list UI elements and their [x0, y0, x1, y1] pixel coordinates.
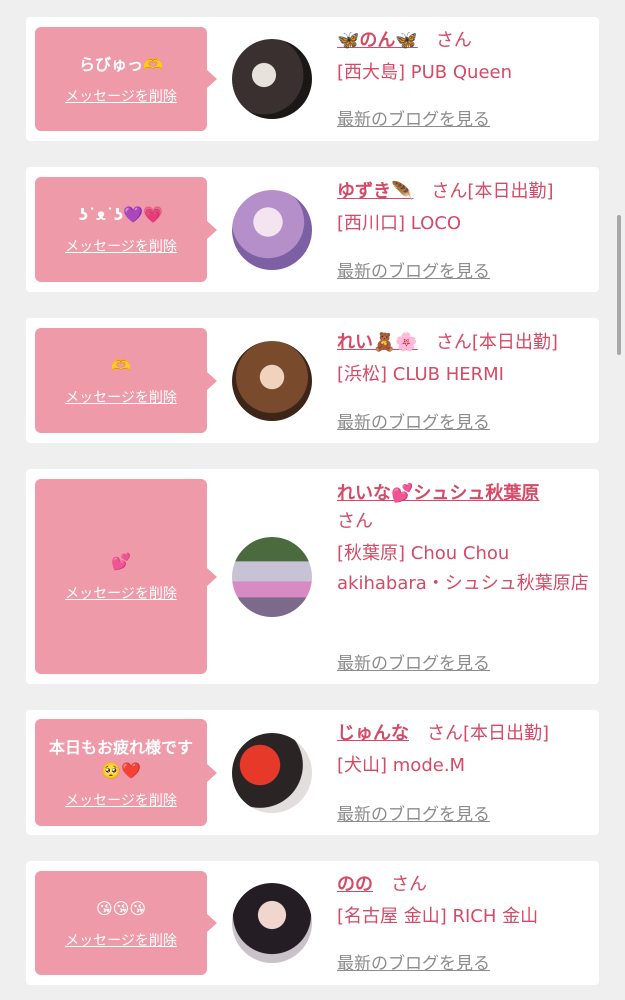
avatar[interactable] — [232, 341, 312, 421]
cast-name-link[interactable]: のの — [337, 874, 373, 895]
latest-blog-link[interactable]: 最新のブログを見る — [337, 105, 490, 130]
latest-blog-link[interactable]: 最新のブログを見る — [337, 408, 490, 433]
message-bubble: 😘😘😘 メッセージを削除 — [35, 871, 217, 975]
shop-name: [犬山] mode.M — [337, 755, 466, 776]
attendance-status: [本日出勤] — [471, 332, 558, 353]
delete-message-link[interactable]: メッセージを削除 — [65, 790, 177, 810]
shop-name: [名古屋 金山] RICH 金山 — [337, 906, 539, 927]
latest-blog-link[interactable]: 最新のブログを見る — [337, 949, 490, 974]
message-card: 😘😘😘 メッセージを削除 のの さん [名古屋 金山] RICH 金山 最新のブロ… — [26, 861, 599, 985]
message-text: ʖ˙ᴥ˙ʖ💜💗 — [78, 205, 163, 224]
shop-name: [秋葉原] Chou Chou akihabara・シュシュ秋葉原店 — [337, 543, 589, 594]
message-text: 🫶 — [111, 356, 131, 375]
cast-name-link[interactable]: じゅんな — [337, 723, 409, 744]
cast-name-link[interactable]: 🦋のん🦋 — [337, 30, 418, 51]
scrollbar[interactable] — [617, 215, 621, 355]
message-text: らびゅっ🫶 — [79, 54, 163, 74]
message-card: ʖ˙ᴥ˙ʖ💜💗 メッセージを削除 ゆずき🪶 さん[本日出勤] [西川口] LOCO… — [26, 167, 599, 292]
avatar[interactable] — [232, 883, 312, 963]
message-bubble: 🫶 メッセージを削除 — [35, 328, 217, 433]
avatar[interactable] — [232, 39, 312, 119]
shop-name: [浜松] CLUB HERMI — [337, 364, 504, 385]
latest-blog-link[interactable]: 最新のブログを見る — [337, 800, 490, 825]
cast-info: 🦋のん🦋 さん [西大島] PUB Queen — [337, 26, 589, 88]
delete-message-link[interactable]: メッセージを削除 — [65, 86, 177, 106]
attendance-status: [本日出勤] — [467, 181, 554, 202]
message-card: らびゅっ🫶 メッセージを削除 🦋のん🦋 さん [西大島] PUB Queen 最新… — [26, 17, 599, 141]
san-label: さん — [337, 511, 373, 532]
avatar[interactable] — [232, 190, 312, 270]
delete-message-link[interactable]: メッセージを削除 — [65, 236, 177, 256]
san-label: さん — [435, 332, 472, 353]
san-label: さん — [435, 30, 472, 51]
message-bubble: らびゅっ🫶 メッセージを削除 — [35, 27, 217, 131]
message-text: 😘😘😘 — [95, 898, 147, 918]
avatar[interactable] — [232, 537, 312, 617]
cast-info: のの さん [名古屋 金山] RICH 金山 — [337, 870, 589, 932]
message-text: 💕 — [111, 552, 131, 571]
message-bubble: 本日もお疲れ様です🥺❤️ メッセージを削除 — [35, 719, 217, 826]
message-bubble: 💕 メッセージを削除 — [35, 479, 217, 674]
message-card: 🫶 メッセージを削除 れい🧸🌸 さん[本日出勤] [浜松] CLUB HERMI … — [26, 318, 599, 443]
san-label: さん — [431, 181, 468, 202]
cast-name-link[interactable]: ゆずき🪶 — [337, 181, 413, 202]
cast-info: じゅんな さん[本日出勤] [犬山] mode.M — [337, 719, 589, 781]
delete-message-link[interactable]: メッセージを削除 — [65, 930, 177, 950]
cast-name-link[interactable]: れい🧸🌸 — [337, 332, 418, 353]
san-label: さん — [391, 874, 427, 895]
delete-message-link[interactable]: メッセージを削除 — [65, 583, 177, 603]
message-bubble: ʖ˙ᴥ˙ʖ💜💗 メッセージを削除 — [35, 177, 217, 282]
message-text: 本日もお疲れ様です🥺❤️ — [48, 737, 193, 780]
cast-info: れいな💕シュシュ秋葉原 さん [秋葉原] Chou Chou akihabara… — [337, 479, 589, 599]
message-card: 本日もお疲れ様です🥺❤️ メッセージを削除 じゅんな さん[本日出勤] [犬山] … — [26, 710, 599, 835]
shop-name: [西大島] PUB Queen — [337, 62, 512, 83]
avatar[interactable] — [232, 733, 312, 813]
delete-message-link[interactable]: メッセージを削除 — [65, 387, 177, 407]
latest-blog-link[interactable]: 最新のブログを見る — [337, 257, 490, 282]
cast-info: れい🧸🌸 さん[本日出勤] [浜松] CLUB HERMI — [337, 328, 589, 390]
message-card: 💕 メッセージを削除 れいな💕シュシュ秋葉原 さん [秋葉原] Chou Cho… — [26, 469, 599, 684]
attendance-status: [本日出勤] — [463, 723, 550, 744]
cast-name-link[interactable]: れいな💕シュシュ秋葉原 — [337, 483, 539, 504]
shop-name: [西川口] LOCO — [337, 213, 462, 234]
latest-blog-link[interactable]: 最新のブログを見る — [337, 649, 490, 674]
san-label: さん — [427, 723, 463, 744]
cast-info: ゆずき🪶 さん[本日出勤] [西川口] LOCO — [337, 177, 589, 239]
